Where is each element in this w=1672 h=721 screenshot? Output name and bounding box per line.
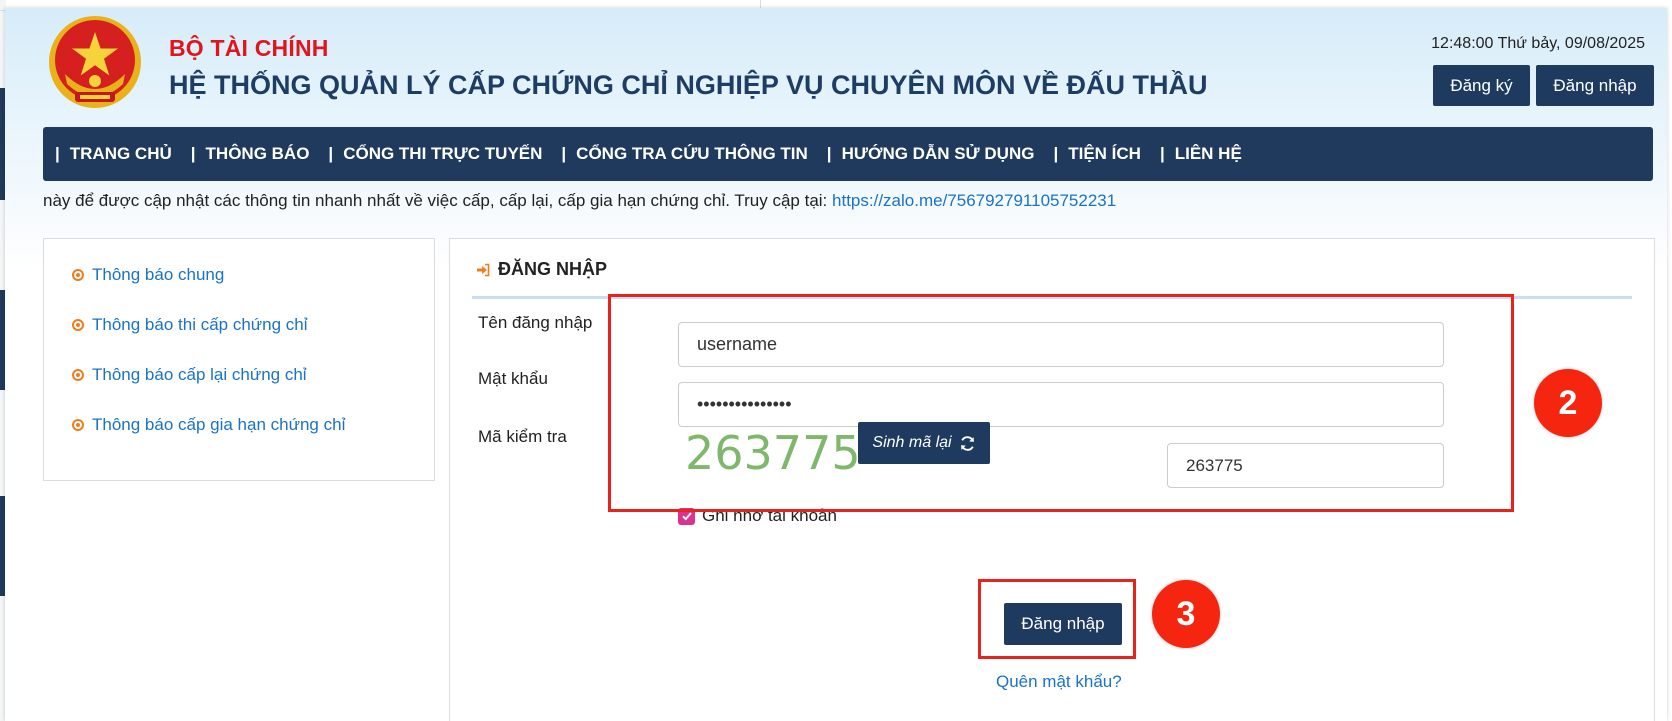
panel-title-text: ĐĂNG NHẬP [498, 259, 608, 279]
announcement-sidebar: Thông báo chung Thông báo thi cấp chứng … [43, 238, 435, 481]
nav-separator: | [1053, 144, 1059, 163]
zalo-link[interactable]: https://zalo.me/756792791105752231 [832, 191, 1116, 210]
sidebar-item-exam[interactable]: Thông báo thi cấp chứng chỉ [72, 315, 308, 335]
captcha-label: Mã kiểm tra [478, 427, 567, 446]
password-label: Mật khẩu [478, 369, 548, 388]
forgot-password-link[interactable]: Quên mật khẩu? [996, 672, 1122, 692]
site-header: BỘ TÀI CHÍNH HỆ THỐNG QUẢN LÝ CẤP CHỨNG … [5, 8, 1667, 128]
datetime-display: 12:48:00 Thứ bảy, 09/08/2025 [1431, 35, 1645, 52]
nav-item-user-guide[interactable]: | HƯỚNG DẪN SỬ DỤNG [827, 144, 1035, 164]
nav-item-label: TRANG CHỦ [69, 144, 172, 163]
sidebar-item-label: Thông báo cấp lại chứng chỉ [92, 365, 307, 384]
step-badge-3: 3 [1152, 580, 1220, 648]
nav-item-home[interactable]: | TRANG CHỦ [55, 144, 172, 164]
nav-separator: | [561, 144, 567, 163]
nav-item-label: HƯỚNG DẪN SỬ DỤNG [841, 144, 1035, 163]
username-label: Tên đăng nhập [478, 313, 593, 332]
nav-item-announcements[interactable]: | THÔNG BÁO [191, 144, 310, 164]
nav-item-contact[interactable]: | LIÊN HỆ [1160, 144, 1242, 164]
browser-page: BỘ TÀI CHÍNH HỆ THỐNG QUẢN LÝ CẤP CHỨNG … [5, 8, 1667, 721]
bullet-circle-icon [72, 369, 84, 381]
nav-item-label: THÔNG BÁO [205, 144, 310, 163]
nav-item-utilities[interactable]: | TIỆN ÍCH [1053, 144, 1141, 164]
step-badge-2: 2 [1534, 369, 1602, 437]
nav-item-label: CỔNG THI TRỰC TUYẾN [343, 144, 543, 163]
header-login-button[interactable]: Đăng nhập [1536, 65, 1654, 106]
highlight-box-step-2 [608, 294, 1514, 512]
nav-item-lookup[interactable]: | CỔNG TRA CỨU THÔNG TIN [561, 144, 807, 164]
main-nav: | TRANG CHỦ | THÔNG BÁO | CỔNG THI TRỰC TUY… [43, 127, 1653, 181]
sidebar-item-general[interactable]: Thông báo chung [72, 265, 224, 285]
register-button[interactable]: Đăng ký [1433, 65, 1530, 106]
sidebar-item-reissue[interactable]: Thông báo cấp lại chứng chỉ [72, 365, 307, 385]
sidebar-item-label: Thông báo thi cấp chứng chỉ [92, 315, 308, 334]
panel-title: ĐĂNG NHẬP [476, 259, 607, 280]
sidebar-item-label: Thông báo cấp gia hạn chứng chỉ [92, 415, 346, 434]
highlight-box-step-3 [978, 579, 1136, 659]
nav-item-label: TIỆN ÍCH [1068, 144, 1141, 163]
nav-separator: | [55, 144, 60, 163]
system-title: HỆ THỐNG QUẢN LÝ CẤP CHỨNG CHỈ NGHIỆP VỤ… [169, 70, 1208, 100]
national-emblem-icon[interactable] [45, 14, 145, 114]
nav-separator: | [328, 144, 334, 163]
sidebar-item-renewal[interactable]: Thông báo cấp gia hạn chứng chỉ [72, 415, 345, 435]
bullet-circle-icon [72, 269, 84, 281]
nav-separator: | [1159, 144, 1165, 163]
announcement-marquee: này để được cập nhật các thông tin nhanh… [43, 191, 1663, 211]
nav-item-label: CỔNG TRA CỨU THÔNG TIN [576, 144, 808, 163]
nav-item-label: LIÊN HỆ [1174, 144, 1242, 163]
nav-item-online-exam[interactable]: | CỔNG THI TRỰC TUYẾN [328, 144, 542, 164]
nav-separator: | [826, 144, 832, 163]
bullet-circle-icon [72, 419, 84, 431]
sidebar-item-label: Thông báo chung [92, 265, 225, 284]
org-name: BỘ TÀI CHÍNH [169, 35, 329, 61]
sign-in-icon [476, 263, 490, 277]
bullet-circle-icon [72, 319, 84, 331]
nav-separator: | [190, 144, 196, 163]
marquee-text: này để được cập nhật các thông tin nhanh… [43, 191, 833, 210]
